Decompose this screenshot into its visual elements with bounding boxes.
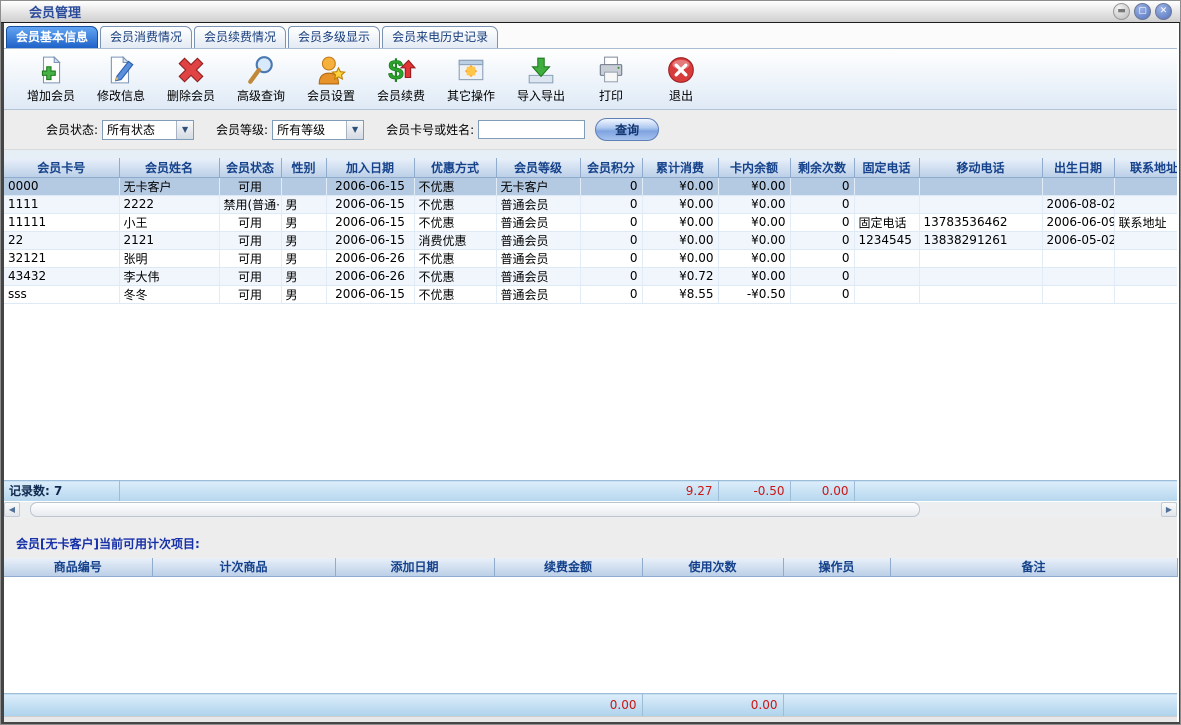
- member-settings-button[interactable]: 会员设置: [296, 51, 366, 107]
- delete-member-button[interactable]: 删除会员: [156, 51, 226, 107]
- advanced-search-button[interactable]: 高级查询: [226, 51, 296, 107]
- print-icon: [596, 55, 626, 85]
- detail-table: 商品编号 计次商品 添加日期 续费金额 使用次数 操作员 备注: [4, 558, 1178, 578]
- dcol-header-add-date[interactable]: 添加日期: [335, 558, 494, 577]
- summary-bar: 记录数: 7 9.27 -0.50 0.00: [4, 480, 1177, 501]
- remaining-times-sum: 0.00: [790, 481, 854, 501]
- filter-bar: 会员状态: 所有状态 ▼ 会员等级: 所有等级 ▼ 会员卡号或姓名: 查询: [4, 110, 1177, 150]
- delete-member-icon: [176, 55, 206, 85]
- card-balance-sum: -0.50: [718, 481, 790, 501]
- col-header-total-consumption[interactable]: 累计消费: [642, 158, 718, 177]
- exit-icon: [666, 55, 696, 85]
- detail-header-row: 商品编号 计次商品 添加日期 续费金额 使用次数 操作员 备注: [4, 558, 1177, 577]
- col-header-birth-date[interactable]: 出生日期: [1042, 158, 1114, 177]
- table-row[interactable]: 11112222禁用(普通·男2006-06-15不优惠普通会员0¥0.00¥0…: [4, 195, 1177, 213]
- scroll-left-arrow-icon[interactable]: ◀: [4, 502, 20, 517]
- col-header-discount[interactable]: 优惠方式: [414, 158, 496, 177]
- detail-header: 会员[无卡客户]当前可用计次项目:: [4, 518, 1177, 558]
- advanced-search-icon: [246, 55, 276, 85]
- renew-amount-sum: 0.00: [494, 694, 642, 716]
- titlebar: 会员管理 ▬ ▢ ✕: [1, 1, 1180, 23]
- col-header-card-no[interactable]: 会员卡号: [4, 158, 119, 177]
- col-header-card-balance[interactable]: 卡内余额: [718, 158, 790, 177]
- dcol-header-operator[interactable]: 操作员: [783, 558, 890, 577]
- scrollbar-track[interactable]: [20, 502, 1161, 517]
- record-count: 记录数: 7: [4, 481, 119, 501]
- table-header-row: 会员卡号 会员姓名 会员状态 性别 加入日期 优惠方式 会员等级 会员积分 累计…: [4, 158, 1177, 177]
- col-header-level[interactable]: 会员等级: [496, 158, 580, 177]
- chevron-down-icon[interactable]: ▼: [346, 121, 363, 139]
- query-button[interactable]: 查询: [595, 118, 659, 141]
- member-management-window: 会员管理 ▬ ▢ ✕ 会员基本信息 会员消费情况 会员续费情况 会员多级显示 会…: [0, 0, 1181, 725]
- member-level-label: 会员等级:: [216, 121, 268, 138]
- import-export-icon: [526, 55, 556, 85]
- dcol-header-remark[interactable]: 备注: [890, 558, 1177, 577]
- col-header-status[interactable]: 会员状态: [219, 158, 281, 177]
- col-header-remaining-times[interactable]: 剩余次数: [790, 158, 854, 177]
- maximize-button[interactable]: ▢: [1134, 3, 1151, 20]
- table-row[interactable]: 0000无卡客户可用2006-06-15不优惠无卡客户0¥0.00¥0.000: [4, 177, 1177, 195]
- detail-title: 会员[无卡客户]当前可用计次项目:: [16, 535, 200, 552]
- member-status-select[interactable]: 所有状态 ▼: [102, 120, 194, 140]
- dcol-header-count-product[interactable]: 计次商品: [152, 558, 335, 577]
- status-strip: [4, 716, 1177, 725]
- edit-info-button[interactable]: 修改信息: [86, 51, 156, 107]
- horizontal-scrollbar: ◀ ▶: [4, 501, 1177, 518]
- member-renew-icon: $: [386, 55, 416, 85]
- svg-text:$: $: [388, 55, 404, 85]
- table-row[interactable]: 43432李大伟可用男2006-06-26不优惠普通会员0¥0.72¥0.000: [4, 267, 1177, 285]
- window-title: 会员管理: [29, 2, 81, 21]
- exit-button[interactable]: 退出: [646, 51, 716, 107]
- other-operations-button[interactable]: 其它操作: [436, 51, 506, 107]
- import-export-button[interactable]: 导入导出: [506, 51, 576, 107]
- table-row[interactable]: sss冬冬可用男2006-06-15不优惠普通会员0¥8.55-¥0.500: [4, 285, 1177, 303]
- toolbar: 增加会员 修改信息 删除会员 高级查询 会员设置: [4, 48, 1177, 110]
- scroll-right-arrow-icon[interactable]: ▶: [1161, 502, 1177, 517]
- search-label: 会员卡号或姓名:: [386, 121, 474, 138]
- tab-member-multilevel[interactable]: 会员多级显示: [288, 26, 380, 48]
- detail-summary-bar: 0.00 0.00: [4, 693, 1177, 716]
- table-row[interactable]: 222121可用男2006-06-15消费优惠普通会员0¥0.00¥0.0001…: [4, 231, 1177, 249]
- col-header-gender[interactable]: 性别: [281, 158, 326, 177]
- col-header-points[interactable]: 会员积分: [580, 158, 642, 177]
- dcol-header-product-no[interactable]: 商品编号: [4, 558, 152, 577]
- edit-info-icon: [106, 55, 136, 85]
- detail-table-body: [4, 577, 1177, 693]
- add-member-button[interactable]: 增加会员: [16, 51, 86, 107]
- table-row[interactable]: 11111小王可用男2006-06-15不优惠普通会员0¥0.00¥0.000固…: [4, 213, 1177, 231]
- col-header-fixed-phone[interactable]: 固定电话: [854, 158, 919, 177]
- dcol-header-usage-times[interactable]: 使用次数: [642, 558, 783, 577]
- member-status-label: 会员状态:: [46, 121, 98, 138]
- col-header-name[interactable]: 会员姓名: [119, 158, 219, 177]
- add-member-icon: [36, 55, 66, 85]
- tab-member-call-history[interactable]: 会员来电历史记录: [382, 26, 498, 48]
- tab-member-basic-info[interactable]: 会员基本信息: [6, 26, 98, 48]
- close-button[interactable]: ✕: [1155, 3, 1172, 20]
- tab-member-consumption[interactable]: 会员消费情况: [100, 26, 192, 48]
- tab-member-renewal[interactable]: 会员续费情况: [194, 26, 286, 48]
- print-button[interactable]: 打印: [576, 51, 646, 107]
- dcol-header-renew-amount[interactable]: 续费金额: [494, 558, 642, 577]
- table-row[interactable]: 32121张明可用男2006-06-26不优惠普通会员0¥0.00¥0.000: [4, 249, 1177, 267]
- divider: [4, 150, 1177, 158]
- col-header-contact-address[interactable]: 联系地址: [1114, 158, 1177, 177]
- search-input[interactable]: [478, 120, 585, 139]
- member-settings-icon: [316, 55, 346, 85]
- other-operations-icon: [456, 55, 486, 85]
- minimize-button[interactable]: ▬: [1113, 3, 1130, 20]
- member-table: 会员卡号 会员姓名 会员状态 性别 加入日期 优惠方式 会员等级 会员积分 累计…: [4, 158, 1177, 480]
- member-level-select[interactable]: 所有等级 ▼: [272, 120, 364, 140]
- col-header-mobile-phone[interactable]: 移动电话: [919, 158, 1042, 177]
- member-renew-button[interactable]: $ 会员续费: [366, 51, 436, 107]
- tab-bar: 会员基本信息 会员消费情况 会员续费情况 会员多级显示 会员来电历史记录: [4, 23, 1177, 48]
- total-consumption-sum: 9.27: [642, 481, 718, 501]
- usage-times-sum: 0.00: [642, 694, 783, 716]
- window-controls: ▬ ▢ ✕: [1113, 3, 1172, 20]
- scrollbar-thumb[interactable]: [30, 502, 920, 517]
- chevron-down-icon[interactable]: ▼: [176, 121, 193, 139]
- col-header-join-date[interactable]: 加入日期: [326, 158, 414, 177]
